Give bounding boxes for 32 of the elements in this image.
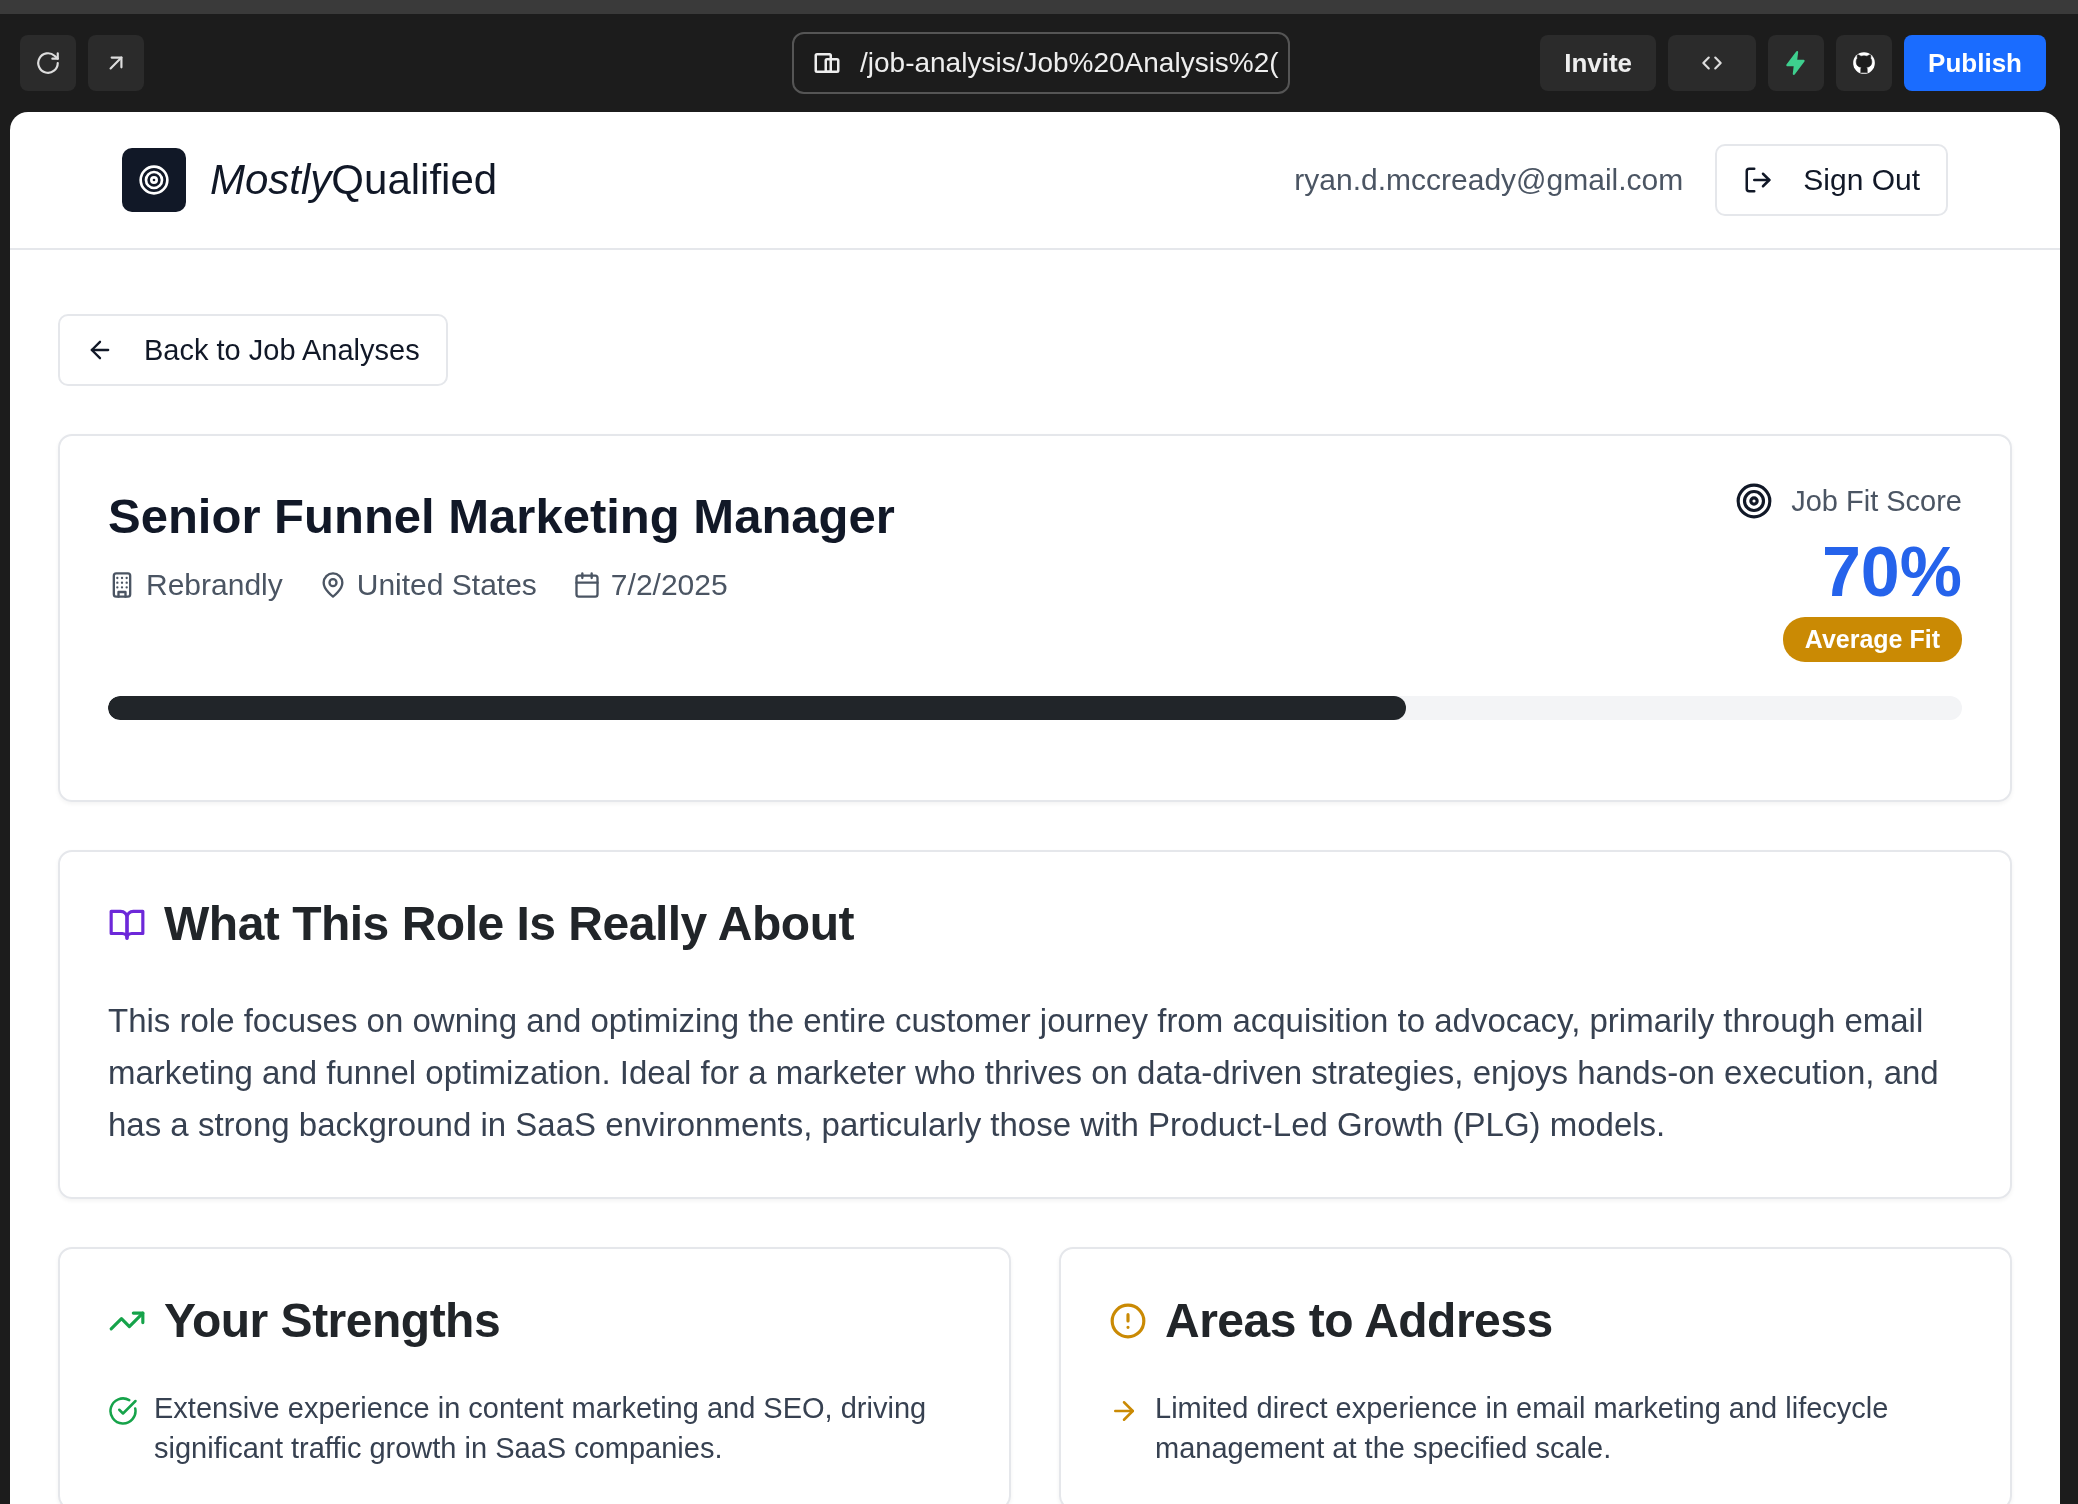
brand-name: MostlyQualified — [210, 156, 498, 204]
github-button[interactable] — [1836, 35, 1893, 91]
fit-badge: Average Fit — [1782, 617, 1962, 662]
section-heading: Areas to Address — [1165, 1293, 1553, 1348]
calendar-icon — [572, 571, 601, 599]
section-heading: What This Role Is Really About — [164, 896, 854, 951]
job-location: United States — [356, 568, 537, 602]
list-item-text: Limited direct experience in email marketing and lifecycle management at the specified scale. — [1155, 1391, 1890, 1466]
role-description: This role focuses on owning and optimizing the entire customer journey from acquisition to advocacy, primarily through email marketing and funnel optimization. Ideal for a marketer who thrives on data-driven strategies, enjoys hands-on execution, and has a strong background in SaaS environments, particularly those with Product-Led Growth (PLG) models. — [108, 1001, 1940, 1145]
sign-out-button[interactable]: Sign Out — [1715, 144, 1948, 216]
user-email: ryan.d.mccready@gmail.com — [1294, 163, 1684, 197]
score-value: 70% — [1821, 534, 1962, 611]
section-heading: Your Strengths — [164, 1293, 501, 1348]
score-label: Job Fit Score — [1791, 484, 1962, 518]
url-field[interactable]: /job-analysis/Job%20Analysis%2( — [792, 32, 1290, 94]
target-icon — [138, 164, 170, 196]
invite-button[interactable]: Invite — [1540, 35, 1657, 91]
url-text: /job-analysis/Job%20Analysis%2( — [860, 47, 1279, 79]
github-icon — [1851, 50, 1878, 76]
reload-button[interactable] — [20, 35, 76, 91]
alert-circle-icon — [1109, 1301, 1147, 1340]
job-title: Senior Funnel Marketing Manager — [108, 488, 895, 544]
list-item-text: Extensive experience in content marketing and SEO, driving significant traffic growth in SaaS companies. — [154, 1391, 928, 1466]
back-button[interactable]: Back to Job Analyses — [58, 314, 448, 386]
open-external-button[interactable] — [88, 35, 144, 91]
publish-button[interactable]: Publish — [1904, 35, 2046, 91]
company-name: Rebrandly — [146, 568, 283, 602]
target-icon — [1735, 482, 1774, 520]
check-circle-icon — [108, 1396, 138, 1426]
bolt-button[interactable] — [1768, 35, 1825, 91]
posted-date: 7/2/2025 — [610, 568, 728, 602]
reload-icon — [35, 50, 61, 76]
